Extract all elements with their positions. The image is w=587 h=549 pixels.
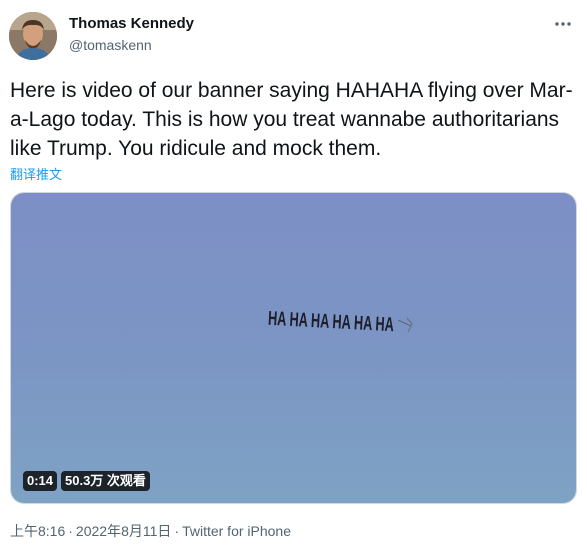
tweet-date[interactable]: 2022年8月11日 [76, 523, 171, 539]
author-name[interactable]: Thomas Kennedy [69, 15, 194, 32]
video-views-badge: 50.3万 次观看 [61, 471, 150, 491]
more-options-icon[interactable] [553, 14, 573, 34]
tweet-time[interactable]: 上午8:16 [10, 523, 65, 539]
tweet-text: Here is video of our banner saying HAHAH… [10, 79, 573, 160]
translate-tweet-link[interactable]: 翻译推文 [10, 164, 62, 183]
author-handle[interactable]: @tomaskenn [69, 37, 152, 53]
tweet-source[interactable]: Twitter for iPhone [182, 523, 291, 539]
meta-separator: · [174, 523, 180, 539]
video-frame: HA HA HA HA HA HA [11, 193, 576, 503]
avatar[interactable] [9, 12, 57, 60]
video-player[interactable]: HA HA HA HA HA HA 0:14 50.3万 次观看 [10, 192, 577, 504]
avatar-image [9, 12, 57, 60]
video-duration-badge: 0:14 [23, 471, 58, 491]
meta-separator: · [68, 523, 73, 539]
tweet-meta: 上午8:16 · 2022年8月11日 · Twitter for iPhone [10, 521, 291, 541]
